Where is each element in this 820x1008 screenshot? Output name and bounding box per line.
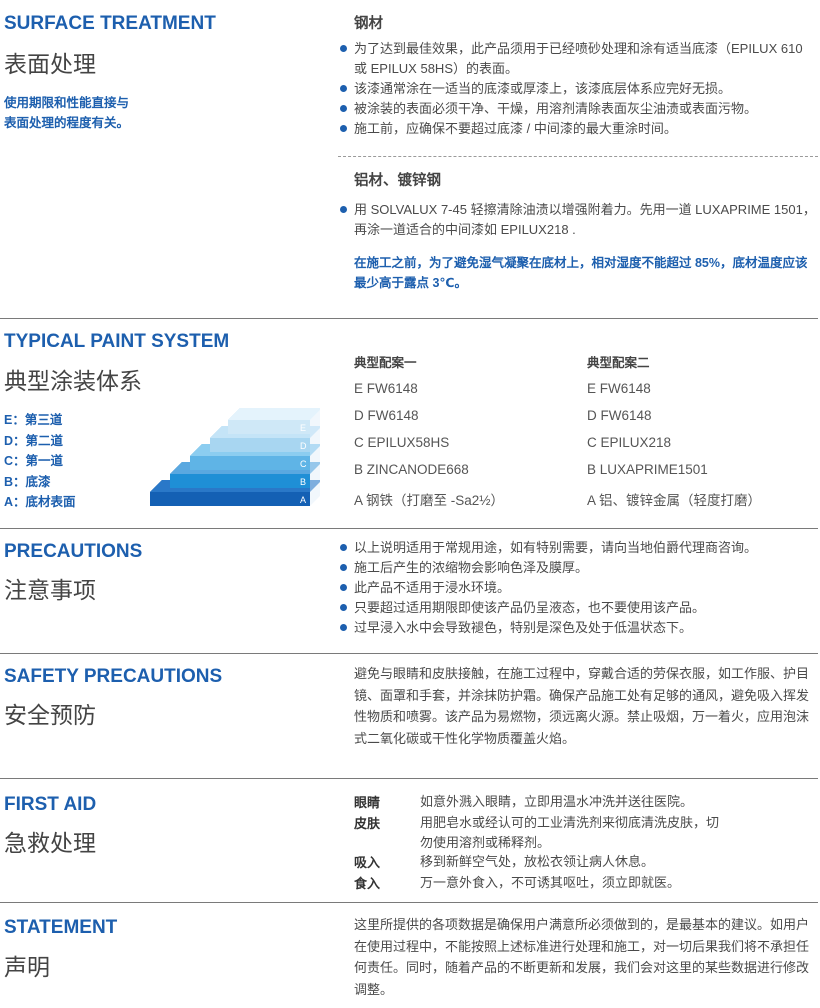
system-one-row: A 钢铁（打磨至 -Sa2½）: [354, 493, 505, 508]
system-one-row: D FW6148: [354, 408, 419, 423]
layer-right-side: [310, 410, 320, 506]
precautions-heading-cn: 注意事项: [4, 577, 96, 603]
system-two-row: E FW6148: [587, 381, 651, 396]
legend-item: E：第三道: [4, 413, 63, 427]
statement-heading-cn: 声明: [4, 954, 50, 980]
precautions-bullets: 以上说明适用于常规用途，如有特别需要，请向当地伯爵代理商咨询。 施工后产生的浓缩…: [338, 538, 818, 638]
steel-block: 钢材 为了达到最佳效果，此产品须用于已经喷砂处理和涂有适当底漆（EPILUX 6…: [338, 14, 818, 139]
paint-system-heading-en: TYPICAL PAINT SYSTEM: [4, 331, 230, 352]
layer-legend: E：第三道 D：第二道 C：第一道 B：底漆 A：底材表面: [4, 410, 76, 513]
list-item: 以上说明适用于常规用途，如有特别需要，请向当地伯爵代理商咨询。: [338, 538, 818, 558]
precautions-block: 以上说明适用于常规用途，如有特别需要，请向当地伯爵代理商咨询。 施工后产生的浓缩…: [338, 538, 818, 638]
layer-a-face: [150, 492, 310, 506]
divider: [0, 902, 818, 903]
safety-heading-cn: 安全预防: [4, 702, 96, 728]
paint-layers-diagram: E D C B A: [150, 408, 320, 506]
system-two-row: C EPILUX218: [587, 435, 672, 450]
legend-item: B：底漆: [4, 474, 51, 489]
humidity-warning: 在施工之前，为了避免湿气凝聚在底材上，相对湿度不能超过 85%，底材温度应该最少…: [354, 256, 808, 290]
first-aid-heading-en: FIRST AID: [4, 794, 97, 815]
first-aid-value: 万一意外食入，不可诱其呕吐，须立即就医。: [420, 875, 681, 890]
divider: [0, 778, 818, 779]
list-item: 施工后产生的浓缩物会影响色泽及膜厚。: [338, 558, 818, 578]
precautions-heading-en: PRECAUTIONS: [4, 541, 143, 562]
list-item: 此产品不适用于浸水环境。: [338, 578, 818, 598]
aluminium-block: 铝材、镀锌钢 用 SOLVALUX 7-45 轻擦清除油渍以增强附着力。先用一道…: [338, 171, 818, 293]
list-item: 被涂装的表面必须干净、干燥，用溶剂清除表面灰尘油渍或表面污物。: [338, 99, 818, 119]
statement-heading-en: STATEMENT: [4, 917, 118, 938]
divider: [0, 318, 818, 319]
first-aid-heading-cn: 急救处理: [4, 830, 96, 856]
first-aid-value: 如意外溅入眼睛，立即用温水冲洗并送往医院。: [420, 794, 694, 809]
layer-label-b: B: [300, 477, 306, 487]
system-two-title: 典型配案二: [587, 356, 650, 370]
steel-title: 钢材: [354, 16, 383, 32]
divider: [338, 156, 818, 157]
layer-d-face: [210, 438, 310, 452]
surface-note-line: 使用期限和性能直接与: [4, 96, 130, 110]
divider: [0, 528, 818, 529]
legend-item: A：底材表面: [4, 495, 76, 509]
safety-text: 避免与眼睛和皮肤接触，在施工过程中，穿戴合适的劳保衣服，如工作服、护目镜、面罩和…: [354, 666, 810, 746]
first-aid-key: 皮肤: [354, 816, 381, 831]
system-one-row: B ZINCANODE668: [354, 462, 469, 477]
system-two-row: A 铝、镀锌金属（轻度打磨）: [587, 493, 762, 508]
surface-note-line: 表面处理的程度有关。: [4, 116, 130, 130]
paint-system-heading-cn: 典型涂装体系: [4, 368, 142, 394]
layer-b-face: [170, 474, 310, 488]
layer-c-face: [190, 456, 310, 470]
surface-treatment-heading-cn: 表面处理: [4, 51, 96, 77]
list-item: 用 SOLVALUX 7-45 轻擦清除油渍以增强附着力。先用一道 LUXAPR…: [338, 200, 818, 240]
aluminium-title: 铝材、镀锌钢: [354, 173, 441, 189]
system-two-row: D FW6148: [587, 408, 652, 423]
layer-label-d: D: [300, 441, 307, 451]
legend-item: D：第二道: [4, 433, 64, 448]
steel-bullets: 为了达到最佳效果，此产品须用于已经喷砂处理和涂有适当底漆（EPILUX 610 …: [338, 39, 818, 139]
list-item: 过早浸入水中会导致褪色，特别是深色及处于低温状态下。: [338, 618, 818, 638]
statement-text: 这里所提供的各项数据是确保用户满意所必须做到的，是最基本的建议。如用户在使用过程…: [354, 917, 810, 997]
safety-heading-en: SAFETY PRECAUTIONS: [4, 666, 223, 687]
legend-item: C：第一道: [4, 454, 64, 468]
layer-label-e: E: [300, 423, 306, 433]
layer-e-face: [228, 420, 310, 434]
first-aid-key: 食入: [354, 876, 381, 891]
surface-note: 使用期限和性能直接与 表面处理的程度有关。: [4, 93, 129, 133]
system-one-row: E FW6148: [354, 381, 418, 396]
first-aid-value: 用肥皂水或经认可的工业清洗剂来彻底清洗皮肤，切勿使用溶剂或稀释剂。: [420, 815, 720, 850]
list-item: 该漆通常涂在一适当的底漆或厚漆上，该漆底层体系应完好无损。: [338, 79, 818, 99]
system-one-title: 典型配案一: [354, 356, 417, 370]
layer-label-c: C: [300, 459, 307, 469]
system-one-row: C EPILUX58HS: [354, 435, 450, 450]
first-aid-key: 眼睛: [354, 795, 381, 810]
layer-e-top: [228, 408, 320, 420]
list-item: 施工前，应确保不要超过底漆 / 中间漆的最大重涂时间。: [338, 119, 818, 139]
surface-treatment-heading-en: SURFACE TREATMENT: [4, 13, 216, 34]
system-two-row: B LUXAPRIME1501: [587, 462, 708, 477]
layer-label-a: A: [300, 495, 306, 505]
first-aid-key: 吸入: [354, 855, 381, 870]
aluminium-bullets: 用 SOLVALUX 7-45 轻擦清除油渍以增强附着力。先用一道 LUXAPR…: [338, 200, 818, 240]
first-aid-value: 移到新鲜空气处，放松衣领让病人休息。: [420, 854, 655, 869]
divider: [0, 653, 818, 654]
list-item: 为了达到最佳效果，此产品须用于已经喷砂处理和涂有适当底漆（EPILUX 610 …: [338, 39, 818, 79]
list-item: 只要超过适用期限即使该产品仍呈液态，也不要使用该产品。: [338, 598, 818, 618]
